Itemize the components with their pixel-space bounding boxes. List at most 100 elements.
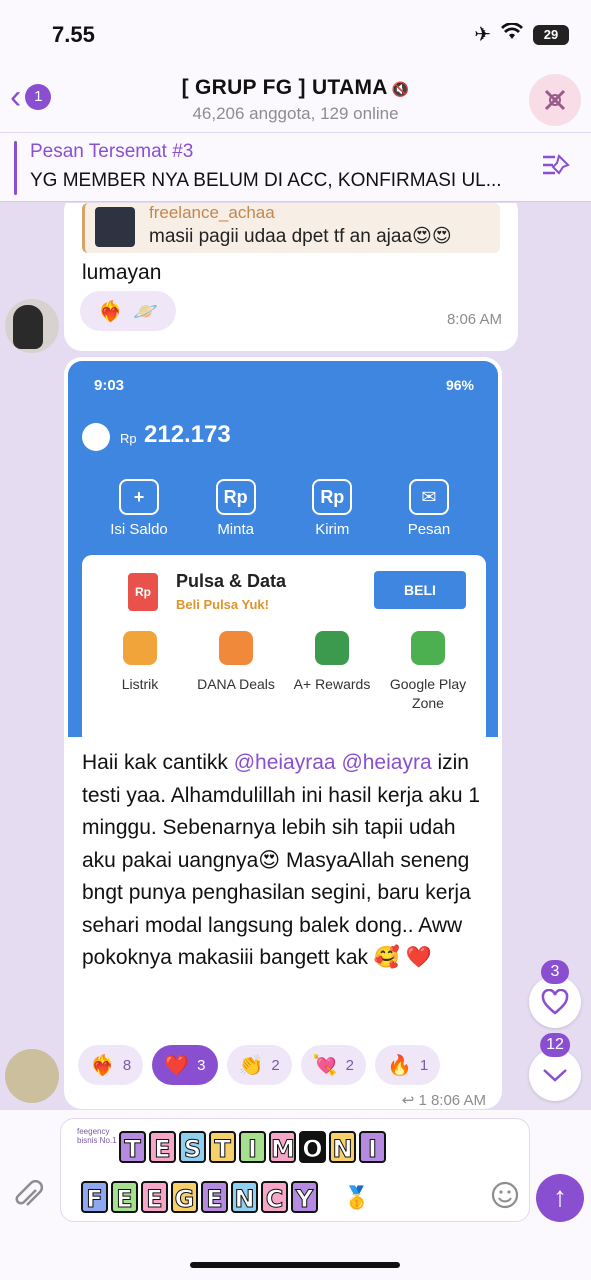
reaction-chip[interactable]: ❤️‍🔥 🪐	[80, 291, 176, 331]
text-part: Haii kak cantikk	[82, 751, 234, 774]
message-composer: feegency bisnis No.1 TESTIMONI FEEGENCY …	[0, 1110, 591, 1280]
mention-link[interactable]: @heiayra	[341, 751, 431, 774]
service-label: Google Play Zone	[389, 676, 467, 711]
menu-minta: Rp Minta	[191, 479, 281, 538]
heart-arrow-emoji: 💘	[312, 1054, 338, 1077]
pinned-title: Pesan Tersemat #3	[30, 141, 194, 162]
shot-menu: + Isi Saldo Rp Minta Rp Kirim ✉ Pesan	[94, 479, 474, 538]
reply-author: freelance_achaa	[149, 203, 275, 222]
menu-label: Minta	[217, 521, 254, 538]
menu-pesan: ✉ Pesan	[384, 479, 474, 538]
mentions-count-badge: 12	[540, 1033, 570, 1057]
message-meta: ↩ 1 8:06 AM	[402, 1091, 486, 1109]
promo-card: Rp Pulsa & Data Beli Pulsa Yuk! BELI Lis…	[82, 555, 486, 737]
play-store-icon	[411, 631, 445, 665]
sender-avatar[interactable]	[5, 299, 59, 353]
sticker-letter: O	[299, 1131, 326, 1164]
reply-text: masii pagii udaa dpet tf an ajaa😍😍	[149, 226, 452, 247]
message-list[interactable]: freelance_achaa masii pagii udaa dpet tf…	[0, 203, 591, 1110]
message-bubble[interactable]: 9:03 96% Rp 212.173 + Isi Saldo Rp Minta R…	[64, 357, 502, 1109]
reactions-count-badge: 3	[541, 960, 569, 984]
message-bubble[interactable]: freelance_achaa masii pagii udaa dpet tf…	[64, 203, 518, 351]
clap-emoji: 👏	[238, 1054, 264, 1077]
send-button[interactable]: ↑	[536, 1174, 584, 1222]
sticker-letter: E	[149, 1131, 176, 1164]
reaction-chip[interactable]: 💘 2	[300, 1045, 366, 1085]
heart-icon	[541, 989, 569, 1015]
sticker-letter: C	[261, 1181, 288, 1214]
pinned-text: YG MEMBER NYA BELUM DI ACC, KONFIRMASI U…	[30, 170, 502, 191]
reaction-count: 2	[345, 1056, 354, 1074]
promo-subtitle: Beli Pulsa Yuk!	[176, 597, 269, 612]
reaction-count: 3	[197, 1056, 206, 1074]
service-item: A+ Rewards	[284, 631, 380, 713]
reply-preview[interactable]: freelance_achaa masii pagii udaa dpet tf…	[82, 203, 500, 253]
replies-count[interactable]: ↩ 1	[402, 1092, 427, 1109]
mail-icon: ✉	[408, 479, 449, 515]
sticker-letter: T	[209, 1131, 236, 1164]
reaction-chip[interactable]: 👏 2	[226, 1045, 292, 1085]
sticker-letter: I	[239, 1131, 266, 1164]
pulsa-icon: Rp	[128, 573, 158, 611]
message-input[interactable]: feegency bisnis No.1 TESTIMONI FEEGENCY …	[60, 1118, 530, 1222]
menu-label: Kirim	[315, 521, 350, 538]
lightbulb-icon	[123, 631, 157, 665]
message-text: lumayan	[82, 261, 162, 284]
request-icon: Rp	[215, 479, 256, 515]
airplane-icon: ✈	[474, 24, 491, 46]
reaction-chip[interactable]: 🔥 1	[375, 1045, 441, 1085]
sticker-letter: S	[179, 1131, 206, 1164]
service-item: Google Play Zone	[380, 631, 476, 713]
message-time: 8:06 AM	[446, 311, 502, 328]
message-text: Haii kak cantikk @heiayraa @heiayra izin…	[82, 747, 492, 975]
attach-icon[interactable]	[14, 1179, 44, 1220]
sticker-letter: M	[269, 1131, 296, 1164]
shot-time: 9:03	[94, 377, 125, 394]
group-subtitle: 46,206 anggota, 129 online	[192, 104, 399, 123]
menu-label: Isi Saldo	[110, 521, 168, 538]
sticker-letter: N	[329, 1131, 356, 1164]
sticker-letter: G	[171, 1181, 198, 1214]
reactions-jump-button[interactable]: 3	[529, 960, 581, 1028]
reaction-count: 2	[271, 1056, 280, 1074]
mention-link[interactable]: @heiayraa	[234, 751, 336, 774]
reply-thumbnail	[95, 207, 135, 247]
pinned-message[interactable]: Pesan Tersemat #3 YG MEMBER NYA BELUM DI…	[0, 132, 591, 202]
red-heart-emoji: ❤️	[164, 1054, 190, 1077]
sticker-letter: N	[231, 1181, 258, 1214]
balance-value: 212.173	[144, 421, 231, 448]
sticker-letter: E	[141, 1181, 168, 1214]
sticker-tag: feegency bisnis No.1	[77, 1127, 117, 1145]
emoji-icon[interactable]	[490, 1180, 520, 1217]
send-money-icon: Rp	[312, 479, 353, 515]
pinned-list-icon[interactable]	[541, 153, 571, 186]
reaction-chip-selected[interactable]: ❤️ 3	[152, 1045, 218, 1085]
rewards-icon	[315, 631, 349, 665]
reactions-row: ❤️‍🔥 8 ❤️ 3 👏 2 💘 2 🔥 1	[78, 1045, 498, 1085]
group-title-text: [ GRUP FG ] UTAMA	[181, 76, 388, 99]
attached-screenshot[interactable]: 9:03 96% Rp 212.173 + Isi Saldo Rp Minta R…	[68, 361, 498, 737]
group-avatar[interactable]	[529, 74, 581, 126]
sticker-word-feegency: FEEGENCY	[81, 1181, 318, 1214]
status-bar: 7.55 ✈ 29	[0, 0, 591, 68]
menu-label: Pesan	[407, 521, 451, 538]
reaction-chip[interactable]: ❤️‍🔥 8	[78, 1045, 144, 1085]
message-time: 8:06 AM	[430, 1092, 486, 1109]
group-logo-icon	[544, 89, 566, 111]
planet-emoji: 🪐	[133, 300, 158, 323]
menu-isi-saldo: + Isi Saldo	[94, 479, 184, 538]
shot-battery: 96%	[445, 377, 474, 393]
sticker-letter: E	[111, 1181, 138, 1214]
muted-icon: 🔇	[391, 81, 410, 97]
group-title[interactable]: [ GRUP FG ] UTAMA 🔇	[0, 76, 591, 100]
pinned-indicator	[14, 141, 17, 195]
chevron-down-icon	[543, 1069, 567, 1082]
service-label: Listrik	[121, 676, 159, 692]
sender-avatar[interactable]	[5, 1049, 59, 1103]
menu-kirim: Rp Kirim	[287, 479, 377, 538]
chat-header: ‹ 1 [ GRUP FG ] UTAMA 🔇 46,206 anggota, 1…	[0, 68, 591, 132]
balance-currency: Rp	[120, 431, 137, 446]
scroll-down-button[interactable]: 12	[529, 1033, 581, 1101]
service-label: A+ Rewards	[293, 676, 371, 692]
wallet-icon	[82, 423, 110, 451]
